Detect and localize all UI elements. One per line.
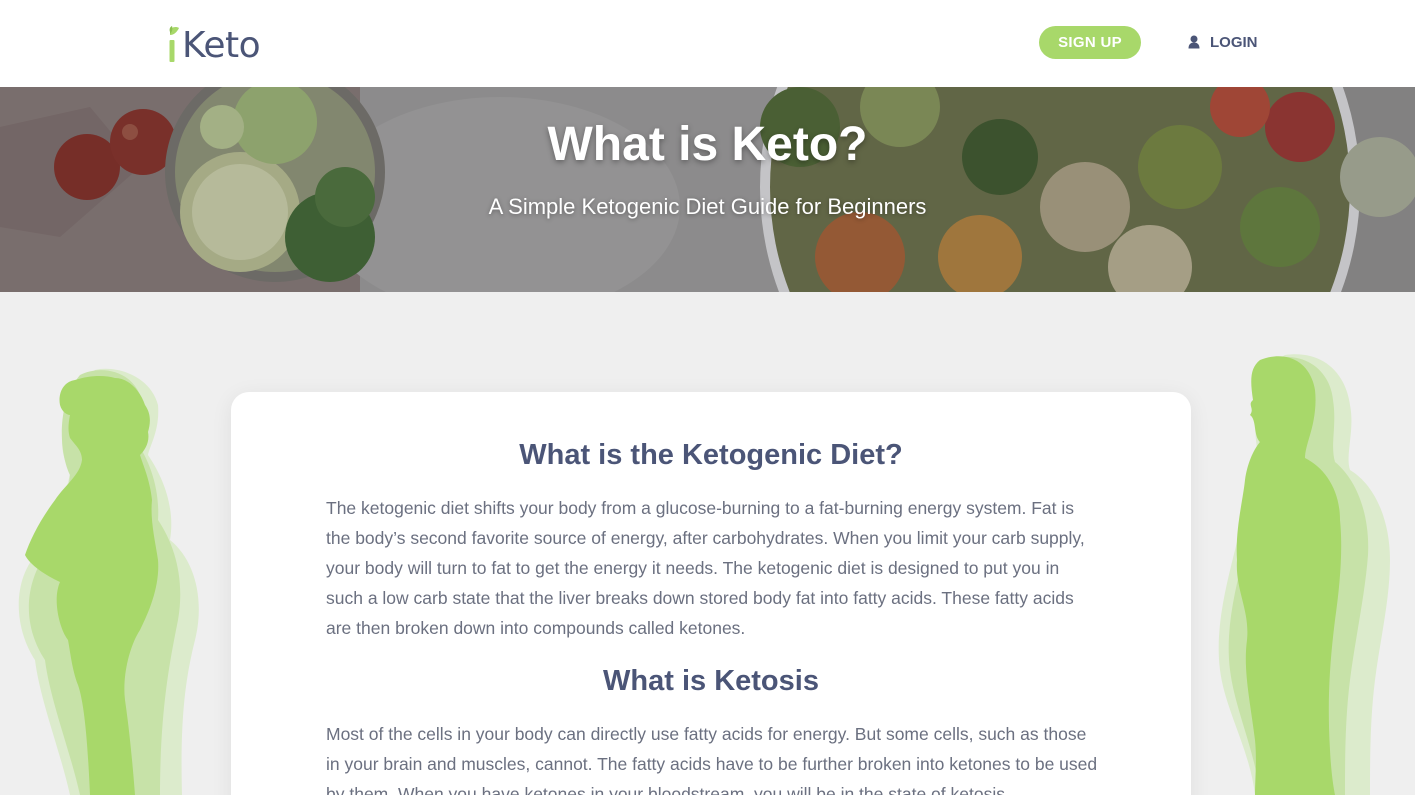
page-title: What is Keto? <box>547 118 868 171</box>
woman-silhouette-illustration <box>18 368 199 795</box>
login-link[interactable]: LOGIN <box>1188 30 1258 54</box>
page-subtitle: A Simple Ketogenic Diet Guide for Beginn… <box>488 194 927 219</box>
top-navigation-bar: Keto SIGN UP LOGIN <box>0 0 1415 87</box>
man-silhouette-illustration <box>1218 354 1390 795</box>
user-icon <box>1188 35 1200 49</box>
sign-up-button[interactable]: SIGN UP <box>1039 26 1141 59</box>
content-card: What is the Ketogenic Diet? The ketogeni… <box>231 392 1191 795</box>
leaf-i-icon <box>168 26 180 66</box>
section-heading-ketogenic-diet: What is the Ketogenic Diet? <box>519 439 903 471</box>
section-paragraph-ketogenic-diet: The ketogenic diet shifts your body from… <box>326 498 1085 638</box>
section-heading-ketosis: What is Ketosis <box>603 665 819 697</box>
hero-banner: What is Keto? A Simple Ketogenic Diet Gu… <box>0 87 1415 292</box>
login-label: LOGIN <box>1210 33 1258 51</box>
iketo-logo[interactable]: Keto <box>168 22 261 66</box>
logo-wordmark: Keto <box>182 25 261 66</box>
section-paragraph-ketosis: Most of the cells in your body can direc… <box>326 724 1098 795</box>
